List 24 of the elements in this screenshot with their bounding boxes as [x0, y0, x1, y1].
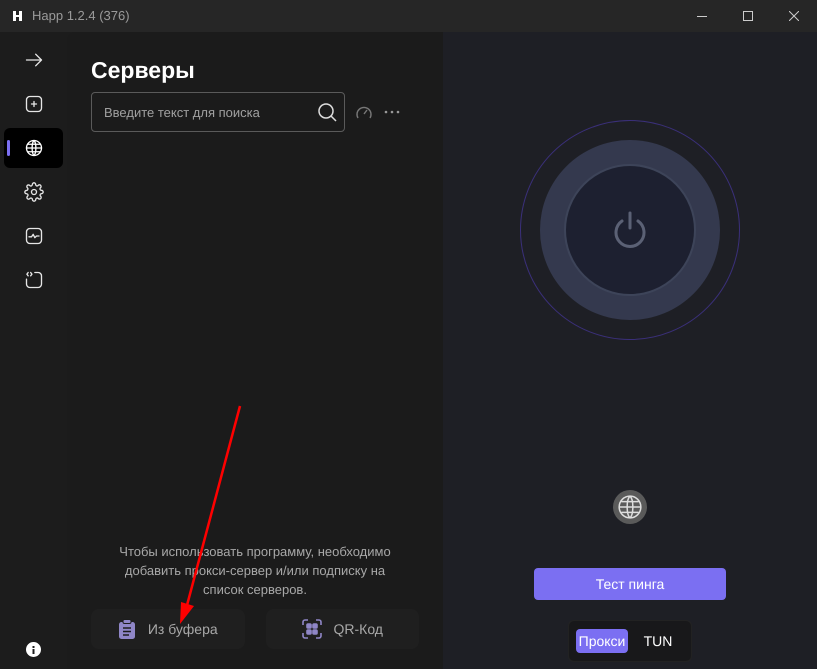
ping-test-button[interactable]: Тест пинга	[534, 568, 726, 600]
import-button[interactable]: QR-Код	[266, 609, 419, 649]
sidebar-item[interactable]	[4, 128, 63, 168]
mode-tab[interactable]: TUN	[632, 629, 684, 653]
activity-icon	[24, 226, 44, 246]
close-icon	[789, 11, 799, 21]
page-title: Серверы	[91, 56, 196, 84]
globe-icon	[24, 138, 44, 158]
window-title: Happ 1.2.4 (376)	[32, 7, 130, 26]
more-icon	[384, 110, 400, 114]
import-button[interactable]: Из буфера	[91, 609, 244, 649]
mode-tab[interactable]: Прокси	[576, 629, 628, 653]
maximize-icon	[743, 11, 753, 21]
search-field[interactable]: Введите текст для поиска	[91, 92, 345, 132]
settings-icon	[24, 182, 44, 202]
plus-square-icon	[24, 94, 44, 114]
clipboard-icon	[118, 619, 136, 639]
search-icon	[317, 102, 337, 122]
code-square-icon	[24, 270, 44, 290]
app-logo-icon	[12, 10, 24, 22]
globe-icon	[613, 490, 647, 524]
info-icon	[32, 646, 35, 654]
qr-code-icon	[302, 619, 322, 639]
info-button[interactable]	[26, 642, 41, 657]
